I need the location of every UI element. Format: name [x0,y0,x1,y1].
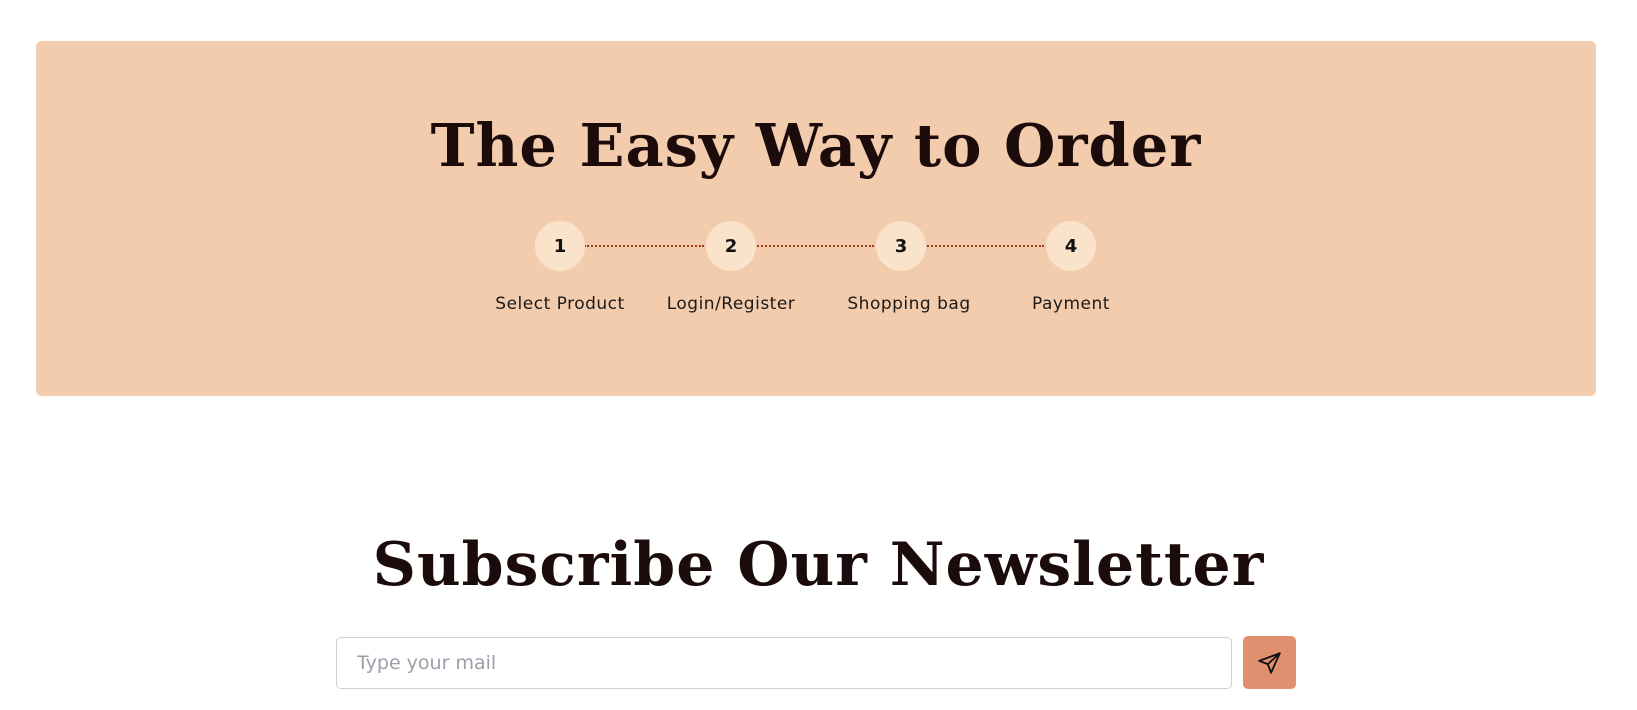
newsletter-email-input[interactable] [336,637,1232,689]
step-connector [584,245,704,247]
newsletter-send-button[interactable] [1243,636,1296,689]
step-connector [924,245,1044,247]
step-label-select-product: Select Product [495,294,625,314]
step-connector [754,245,874,247]
step-label-payment: Payment [1032,294,1110,314]
step-label-login-register: Login/Register [666,294,796,314]
step-label-shopping-bag: Shopping bag [847,294,971,314]
step-number-1: 1 [535,221,585,271]
order-steps: 1 2 3 4 Select Product Login/Register Sh… [36,41,1596,396]
send-icon [1257,651,1281,674]
step-number-3: 3 [876,221,926,271]
page: The Easy Way to Order 1 2 3 4 Select Pro… [0,0,1637,710]
newsletter-title: Subscribe Our Newsletter [372,530,1265,600]
step-number-2: 2 [706,221,756,271]
step-number-4: 4 [1046,221,1096,271]
easy-order-section: The Easy Way to Order 1 2 3 4 Select Pro… [36,41,1596,396]
